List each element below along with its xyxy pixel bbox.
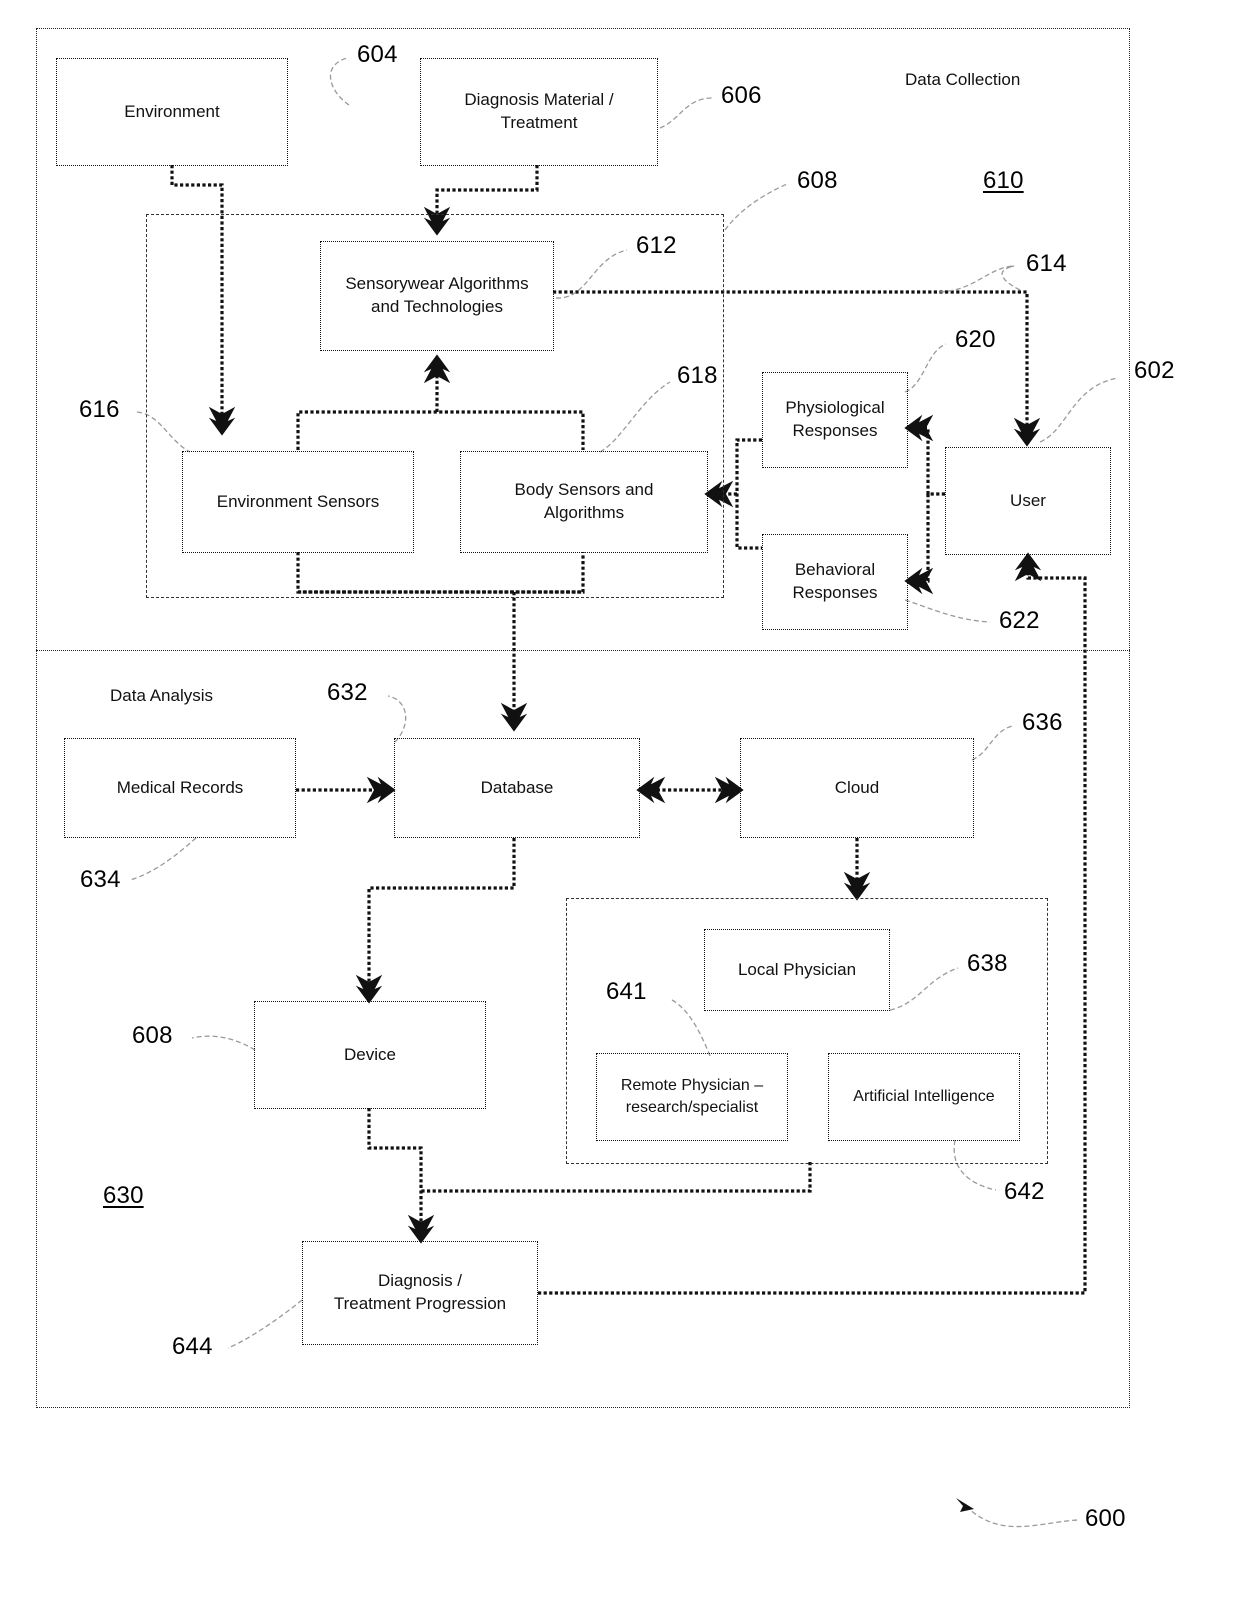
ref-618: 618 [677,362,718,389]
ref-610: 610 [983,167,1024,194]
node-user[interactable]: User [945,447,1111,555]
node-remote-physician[interactable]: Remote Physician – research/specialist [596,1053,788,1141]
node-environment-sensors-label: Environment Sensors [216,491,380,511]
node-artificial-intelligence-label: Artificial Intelligence [853,1088,995,1106]
node-remote-physician-label: Remote Physician – research/specialist [620,1077,764,1116]
patent-figure-600: Data Collection Data Analysis Environmen… [0,0,1240,1600]
node-database-label: Database [480,777,554,797]
node-sensorywear-label: Sensorywear Algorithms and Technologies [345,274,529,316]
ref-600: 600 [1085,1505,1126,1532]
ref-608-device: 608 [132,1022,173,1049]
node-sensorywear[interactable]: Sensorywear Algorithms and Technologies [320,241,554,351]
ref-616: 616 [79,396,120,423]
node-diagnosis-progression-label: Diagnosis / Treatment Progression [333,1271,507,1313]
ref-644: 644 [172,1333,213,1360]
node-environment-sensors[interactable]: Environment Sensors [182,451,414,553]
section-caption-data-analysis: Data Analysis [110,686,213,705]
ref-638: 638 [967,950,1008,977]
ref-614: 614 [1026,250,1067,277]
section-caption-data-collection: Data Collection [905,70,1021,89]
node-behavioral-responses[interactable]: Behavioral Responses [762,534,908,630]
ref-620: 620 [955,326,996,353]
node-diagnosis-material-label: Diagnosis Material / Treatment [464,90,614,132]
ref-606: 606 [721,82,762,109]
node-device-label: Device [344,1044,396,1064]
ref-602: 602 [1134,357,1175,384]
node-cloud-label: Cloud [834,777,880,797]
ref-608-group: 608 [797,167,838,194]
node-medical-records-label: Medical Records [116,777,244,797]
ref-636: 636 [1022,709,1063,736]
ref-612: 612 [636,232,677,259]
ref-630: 630 [103,1182,144,1209]
node-physiological-responses-label: Physiological Responses [785,398,885,440]
ref-622: 622 [999,607,1040,634]
node-body-sensors-label: Body Sensors and Algorithms [514,480,654,522]
node-cloud[interactable]: Cloud [740,738,974,838]
node-local-physician[interactable]: Local Physician [704,929,890,1011]
node-environment-label: Environment [124,101,220,121]
node-user-label: User [1010,490,1046,510]
node-diagnosis-material[interactable]: Diagnosis Material / Treatment [420,58,658,166]
node-behavioral-responses-label: Behavioral Responses [792,560,878,602]
figure-leader-arrowhead [956,1498,974,1512]
node-database[interactable]: Database [394,738,640,838]
ref-634: 634 [80,866,121,893]
ref-641: 641 [606,978,647,1005]
node-diagnosis-progression[interactable]: Diagnosis / Treatment Progression [302,1241,538,1345]
ref-642: 642 [1004,1178,1045,1205]
section-divider [36,650,1130,651]
node-physiological-responses[interactable]: Physiological Responses [762,372,908,468]
ref-632: 632 [327,679,368,706]
node-local-physician-label: Local Physician [737,959,857,979]
ref-604: 604 [357,41,398,68]
node-medical-records[interactable]: Medical Records [64,738,296,838]
node-device[interactable]: Device [254,1001,486,1109]
node-body-sensors[interactable]: Body Sensors and Algorithms [460,451,708,553]
node-artificial-intelligence[interactable]: Artificial Intelligence [828,1053,1020,1141]
node-environment[interactable]: Environment [56,58,288,166]
